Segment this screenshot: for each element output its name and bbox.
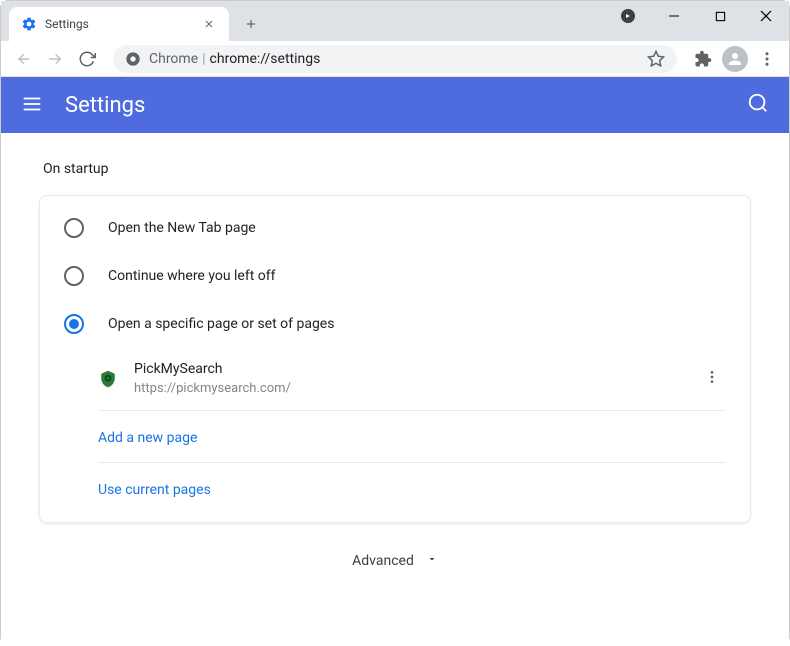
more-actions-icon[interactable]	[698, 363, 726, 395]
radio-option-continue[interactable]: Continue where you left off	[40, 252, 750, 300]
window-titlebar: Settings	[1, 1, 789, 41]
maximize-button[interactable]	[697, 1, 743, 31]
new-tab-button[interactable]	[237, 10, 265, 38]
settings-content[interactable]: On startup Open the New Tab page Continu…	[1, 133, 789, 646]
profile-avatar[interactable]	[721, 45, 749, 73]
menu-button[interactable]	[753, 45, 781, 73]
startup-card: Open the New Tab page Continue where you…	[39, 195, 751, 523]
reload-button[interactable]	[73, 45, 101, 73]
startup-pages-list: PickMySearch https://pickmysearch.com/ A…	[98, 348, 726, 514]
page-url-text: https://pickmysearch.com/	[134, 380, 682, 398]
page-title-text: PickMySearch	[134, 360, 682, 380]
close-window-button[interactable]	[743, 1, 789, 31]
search-icon[interactable]	[747, 92, 769, 118]
advanced-label: Advanced	[352, 553, 414, 569]
back-button[interactable]	[9, 45, 37, 73]
use-current-link[interactable]: Use current pages	[98, 482, 211, 498]
startup-page-row: PickMySearch https://pickmysearch.com/	[98, 348, 726, 411]
chevron-down-icon	[426, 553, 438, 569]
browser-tab[interactable]: Settings	[9, 7, 229, 41]
add-page-link[interactable]: Add a new page	[98, 430, 197, 446]
tab-title: Settings	[45, 17, 193, 31]
add-page-row[interactable]: Add a new page	[98, 411, 726, 463]
media-control-icon[interactable]	[605, 1, 651, 31]
gear-icon	[21, 16, 37, 32]
browser-toolbar: Chrome | chrome://settings	[1, 41, 789, 77]
radio-option-newtab[interactable]: Open the New Tab page	[40, 204, 750, 252]
hamburger-menu-icon[interactable]	[21, 93, 45, 117]
extensions-icon[interactable]	[689, 45, 717, 73]
section-title: On startup	[39, 161, 751, 177]
page-title: Settings	[65, 93, 747, 118]
radio-icon-selected	[64, 314, 84, 334]
advanced-toggle[interactable]: Advanced	[39, 523, 751, 579]
settings-header: Settings	[1, 77, 789, 133]
address-bar[interactable]: Chrome | chrome://settings	[113, 45, 677, 73]
chrome-icon	[125, 51, 141, 67]
bookmark-star-icon[interactable]	[647, 50, 665, 68]
radio-icon	[64, 218, 84, 238]
forward-button[interactable]	[41, 45, 69, 73]
address-text: Chrome | chrome://settings	[149, 51, 320, 67]
close-tab-icon[interactable]	[201, 16, 217, 32]
minimize-button[interactable]	[651, 1, 697, 31]
site-favicon	[98, 369, 118, 389]
radio-icon	[64, 266, 84, 286]
page-info: PickMySearch https://pickmysearch.com/	[134, 360, 682, 398]
use-current-row[interactable]: Use current pages	[98, 463, 726, 514]
radio-option-specific[interactable]: Open a specific page or set of pages	[40, 300, 750, 348]
window-controls	[605, 1, 789, 31]
